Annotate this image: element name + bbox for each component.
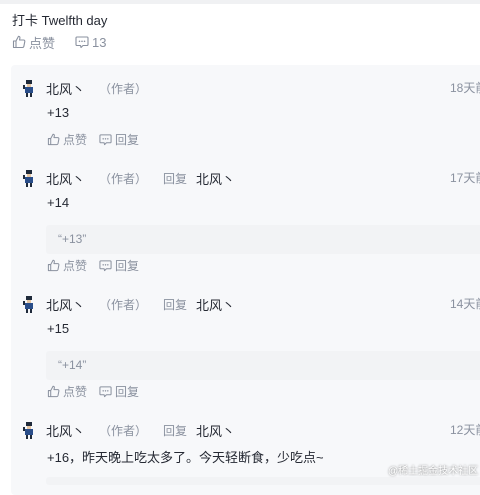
- avatar-icon[interactable]: [21, 79, 37, 97]
- comment-author[interactable]: 北风丶: [46, 79, 85, 98]
- comment-author[interactable]: 北风丶: [46, 295, 85, 314]
- comment-actions: 点赞 回复: [47, 383, 159, 399]
- comment-header: 北风丶 （作者） 回复 北风丶: [46, 421, 235, 439]
- comment-item: 北风丶 （作者） 18天前 +13 点赞 回复: [11, 79, 480, 169]
- author-tag: （作者）: [99, 297, 148, 312]
- comment-reply-button[interactable]: 回复: [99, 383, 139, 400]
- comment-reply-button[interactable]: 回复: [99, 131, 139, 148]
- reply-word: 回复: [163, 423, 188, 438]
- comment-like-button[interactable]: 点赞: [47, 257, 87, 274]
- thumbs-up-icon: [47, 133, 60, 145]
- post-actions: 点赞 13: [12, 33, 126, 52]
- comment-reply-label: 回复: [115, 384, 140, 399]
- comment-text: +13: [47, 105, 70, 120]
- post-like-label: 点赞: [29, 35, 56, 51]
- avatar-icon[interactable]: [21, 421, 37, 439]
- comment-like-label: 点赞: [63, 132, 88, 147]
- comment-time: 12天前: [450, 423, 480, 437]
- reply-target[interactable]: 北风丶: [196, 295, 235, 314]
- comment-author[interactable]: 北风丶: [46, 169, 85, 188]
- comment-actions: 点赞 回复: [47, 131, 159, 147]
- thumbs-up-icon: [12, 35, 26, 49]
- comment-text: +16，昨天晚上吃太多了。今天轻断食，少吃点~: [47, 450, 324, 465]
- comment-reply-label: 回复: [115, 132, 140, 147]
- comment-like-label: 点赞: [63, 258, 88, 273]
- post-comment-count: 13: [92, 34, 107, 50]
- comment-header: 北风丶 （作者） 回复 北风丶: [46, 295, 235, 313]
- comment-bubble-icon: [75, 36, 89, 49]
- comment-time: 14天前: [450, 297, 480, 311]
- post-comment-button[interactable]: 13: [75, 35, 106, 50]
- comment-bubble-icon: [99, 259, 112, 271]
- comment-author[interactable]: 北风丶: [46, 421, 85, 440]
- comment-text: +14: [47, 195, 70, 210]
- avatar-icon[interactable]: [21, 169, 37, 187]
- comment-item: 北风丶 （作者） 回复 北风丶 14天前 +15 “+14” 点赞 回复: [11, 295, 480, 421]
- post-like-button[interactable]: 点赞: [12, 33, 55, 52]
- comment-time: 17天前: [450, 171, 480, 185]
- comment-reply-button[interactable]: 回复: [99, 257, 139, 274]
- author-tag: （作者）: [99, 423, 148, 438]
- comment-item: 北风丶 （作者） 回复 北风丶 17天前 +14 “+13” 点赞 回复: [11, 169, 480, 295]
- author-tag: （作者）: [99, 171, 148, 186]
- comment-like-label: 点赞: [63, 384, 88, 399]
- avatar-icon[interactable]: [21, 295, 37, 313]
- reply-word: 回复: [163, 297, 188, 312]
- thumbs-up-icon: [47, 259, 60, 271]
- reply-word: 回复: [163, 171, 188, 186]
- comment-text: +15: [47, 321, 70, 336]
- comment-header: 北风丶 （作者） 回复 北风丶: [46, 169, 235, 187]
- comment-reply-label: 回复: [115, 258, 140, 273]
- watermark: @稀土掘金技术社区: [388, 466, 479, 477]
- comment-like-button[interactable]: 点赞: [47, 383, 87, 400]
- quoted-comment[interactable]: “+13”: [46, 225, 480, 254]
- top-divider: [0, 0, 480, 4]
- comment-time: 18天前: [450, 81, 480, 95]
- thumbs-up-icon: [47, 385, 60, 397]
- reply-target[interactable]: 北风丶: [196, 421, 235, 440]
- comment-list: 北风丶 （作者） 18天前 +13 点赞 回复: [11, 65, 480, 495]
- author-tag: （作者）: [99, 81, 148, 96]
- reply-target[interactable]: 北风丶: [196, 169, 235, 188]
- comment-actions: 点赞 回复: [47, 257, 159, 273]
- comment-bubble-icon: [99, 133, 112, 145]
- quoted-comment[interactable]: [46, 477, 480, 485]
- comment-bubble-icon: [99, 385, 112, 397]
- comment-like-button[interactable]: 点赞: [47, 131, 87, 148]
- quoted-comment[interactable]: “+14”: [46, 351, 480, 380]
- comment-header: 北风丶 （作者）: [46, 79, 147, 97]
- post-content: 打卡 Twelfth day: [12, 13, 108, 28]
